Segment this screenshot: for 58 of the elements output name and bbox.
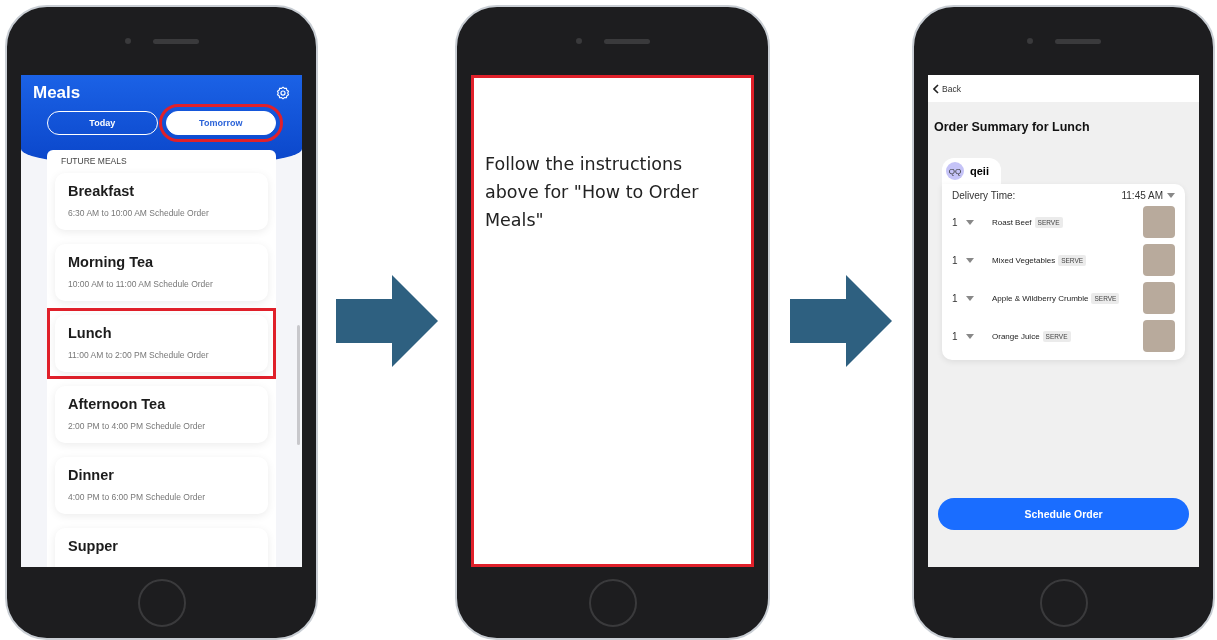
- camera-icon: [575, 38, 582, 44]
- item-name: Mixed Vegetables: [992, 255, 1056, 265]
- meal-card[interactable]: Lunch 11:00 AM to 2:00 PM Schedule Order: [47, 308, 276, 379]
- camera-icon: [124, 38, 131, 44]
- caret-icon: [1167, 193, 1175, 198]
- meal-name: Morning Tea: [68, 254, 155, 270]
- meal-times: 2:00 PM to 4:00 PM Schedule Order: [68, 421, 207, 431]
- home-button[interactable]: [1039, 579, 1088, 627]
- schedule-order-button[interactable]: Schedule Order: [938, 498, 1189, 530]
- item-name: Apple & Wildberry Crumble: [992, 293, 1089, 303]
- meal-times: 4:00 PM to 6:00 PM Schedule Order: [68, 492, 207, 502]
- food-photo-placeholder: [1143, 244, 1175, 276]
- meal-name: Breakfast: [68, 183, 136, 199]
- speaker-icon: [603, 38, 650, 44]
- diner-name: qeii: [970, 165, 989, 177]
- food-photo-placeholder: [1143, 206, 1175, 238]
- meal-times: 6:30 AM to 10:00 AM Schedule Order: [68, 208, 210, 218]
- quantity-dropdown[interactable]: 1: [952, 216, 992, 228]
- meal-card[interactable]: Dinner 4:00 PM to 6:00 PM Schedule Order: [47, 450, 276, 521]
- caret-icon: [965, 333, 974, 339]
- meal-card[interactable]: Morning Tea 10:00 AM to 11:00 AM Schedule Order: [47, 237, 276, 308]
- meal-card[interactable]: Breakfast 6:30 AM to 10:00 AM Schedule Order: [47, 166, 276, 237]
- settings-icon[interactable]: [276, 86, 290, 100]
- quantity-dropdown[interactable]: 1: [952, 254, 992, 266]
- meal-name: Supper: [68, 538, 119, 554]
- caret-icon: [965, 295, 974, 301]
- caret-icon: [965, 257, 974, 263]
- instruction-text: Follow the instructions above for "How to Order Meals": [485, 153, 700, 232]
- food-photo-placeholder: [1143, 320, 1175, 352]
- item-name: Roast Beef: [992, 217, 1032, 227]
- speaker-icon: [1054, 38, 1101, 44]
- meal-card[interactable]: Afternoon Tea 2:00 PM to 4:00 PM Schedule Order: [47, 379, 276, 450]
- time-dropdown[interactable]: 11:45 AM: [1121, 190, 1175, 201]
- right-arrow-icon: [335, 275, 438, 367]
- back-button[interactable]: Back: [933, 83, 961, 94]
- meal-times: 11:00 AM to 2:00 PM Schedule Order: [68, 350, 210, 360]
- meal-card[interactable]: Supper: [47, 521, 276, 567]
- meal-name: Dinner: [68, 467, 115, 483]
- avatar: QQ: [946, 162, 964, 180]
- meal-name: Afternoon Tea: [68, 396, 167, 412]
- section-label: FUTURE MEALS: [61, 156, 128, 166]
- scrollbar[interactable]: [297, 325, 300, 445]
- quantity-dropdown[interactable]: 1: [952, 292, 992, 304]
- meal-name: Lunch: [68, 325, 113, 341]
- screen-title: Meals: [33, 83, 81, 103]
- home-button[interactable]: [137, 579, 186, 627]
- meal-times: 10:00 AM to 11:00 AM Schedule Order: [68, 279, 214, 289]
- quantity-dropdown[interactable]: 1: [952, 330, 992, 342]
- order-title: Order Summary for Lunch: [934, 120, 1091, 134]
- camera-icon: [1026, 38, 1033, 44]
- chevron-left-icon: [933, 83, 939, 94]
- speaker-icon: [152, 38, 199, 44]
- delivery-label: Delivery Time:: [952, 190, 1016, 201]
- home-button[interactable]: [588, 579, 637, 627]
- caret-icon: [965, 219, 974, 225]
- right-arrow-icon: [790, 275, 892, 367]
- item-name: Orange Juice: [992, 331, 1040, 341]
- food-photo-placeholder: [1143, 282, 1175, 314]
